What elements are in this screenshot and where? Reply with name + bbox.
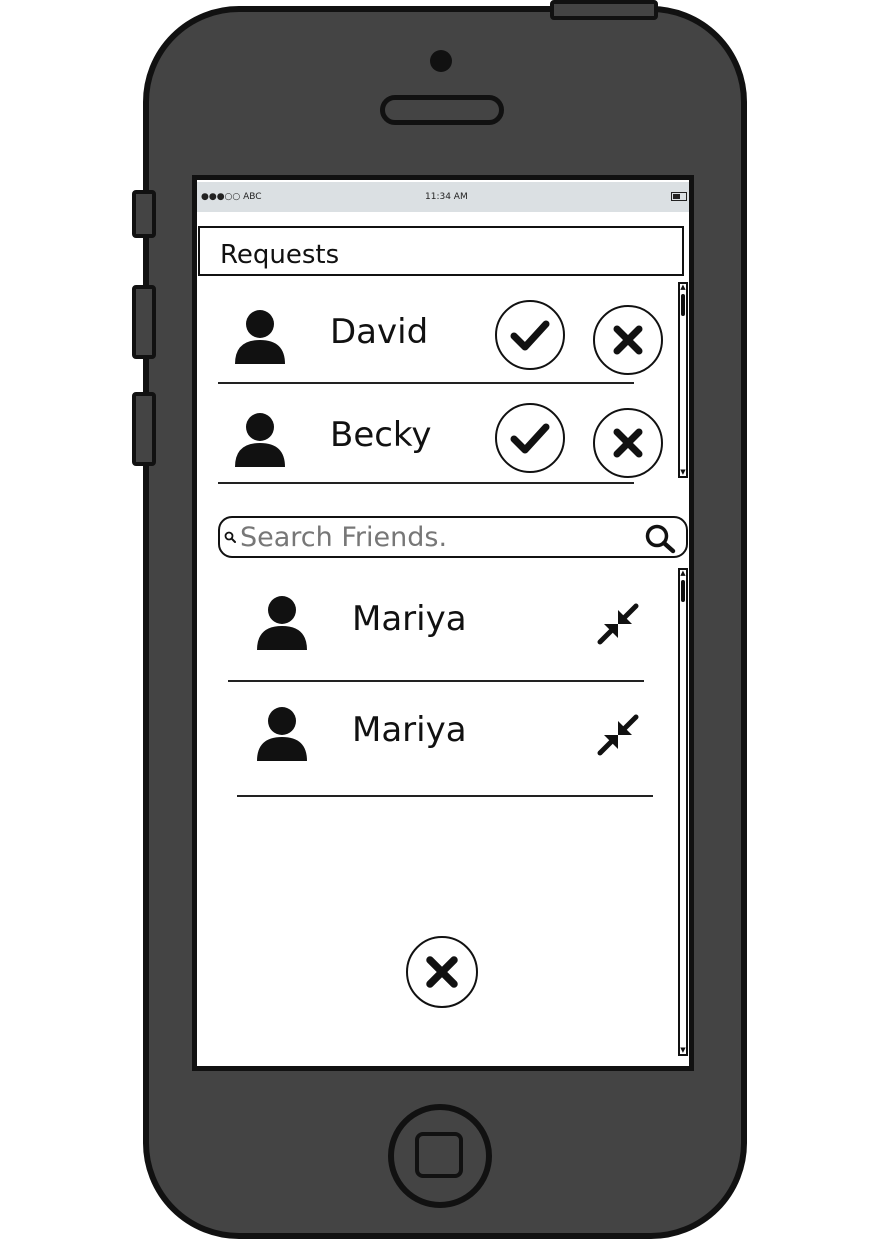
close-icon <box>426 956 458 988</box>
power-button <box>550 0 658 20</box>
scroll-down-icon[interactable]: ▼ <box>680 469 686 476</box>
accept-button[interactable] <box>495 300 565 370</box>
search-input[interactable] <box>240 521 630 553</box>
collapse-button[interactable] <box>596 602 640 650</box>
close-icon <box>613 428 643 458</box>
friend-item-avatar <box>254 705 310 767</box>
scroll-thumb[interactable] <box>681 294 685 316</box>
user-icon <box>257 707 307 761</box>
request-item-avatar <box>232 411 288 473</box>
collapse-button[interactable] <box>596 713 640 761</box>
accept-button[interactable] <box>495 403 565 473</box>
friend-name: Mariya <box>352 599 467 639</box>
divider <box>228 680 644 682</box>
request-name: Becky <box>330 415 432 455</box>
scroll-up-icon[interactable]: ▲ <box>680 284 686 291</box>
search-icon <box>224 531 236 543</box>
check-icon <box>510 320 550 351</box>
scroll-up-icon[interactable]: ▲ <box>680 570 686 577</box>
status-time: 11:34 AM <box>425 192 468 202</box>
collapse-arrows-icon <box>597 714 639 756</box>
divider <box>237 795 653 797</box>
user-icon <box>235 310 285 364</box>
close-button[interactable] <box>406 936 478 1008</box>
decline-button[interactable] <box>593 305 663 375</box>
friends-scrollbar[interactable]: ▲ ▼ <box>678 568 688 1056</box>
search-icon[interactable] <box>644 524 676 554</box>
status-bar: ●●●○○ ABC 11:34 AM <box>197 182 689 212</box>
request-item-avatar <box>232 308 288 370</box>
check-icon <box>510 423 550 454</box>
friend-name: Mariya <box>352 710 467 750</box>
requests-scrollbar[interactable]: ▲ ▼ <box>678 282 688 478</box>
user-icon <box>235 413 285 467</box>
home-button-icon <box>415 1132 463 1178</box>
volume-up-button <box>132 285 156 359</box>
earpiece-speaker <box>380 95 504 125</box>
requests-header: Requests <box>198 226 684 276</box>
front-camera <box>430 50 452 72</box>
scroll-down-icon[interactable]: ▼ <box>680 1047 686 1054</box>
divider <box>218 382 634 384</box>
carrier-signal: ●●●○○ ABC <box>201 192 262 202</box>
scroll-thumb[interactable] <box>681 580 685 602</box>
request-name: David <box>330 312 429 352</box>
divider <box>218 482 634 484</box>
search-bar[interactable] <box>218 516 688 558</box>
friend-item-avatar <box>254 594 310 656</box>
decline-button[interactable] <box>593 408 663 478</box>
battery-icon <box>671 192 687 201</box>
collapse-arrows-icon <box>597 603 639 645</box>
requests-title: Requests <box>220 240 340 270</box>
volume-down-button <box>132 392 156 466</box>
user-icon <box>257 596 307 650</box>
mute-switch <box>132 190 156 238</box>
close-icon <box>613 325 643 355</box>
